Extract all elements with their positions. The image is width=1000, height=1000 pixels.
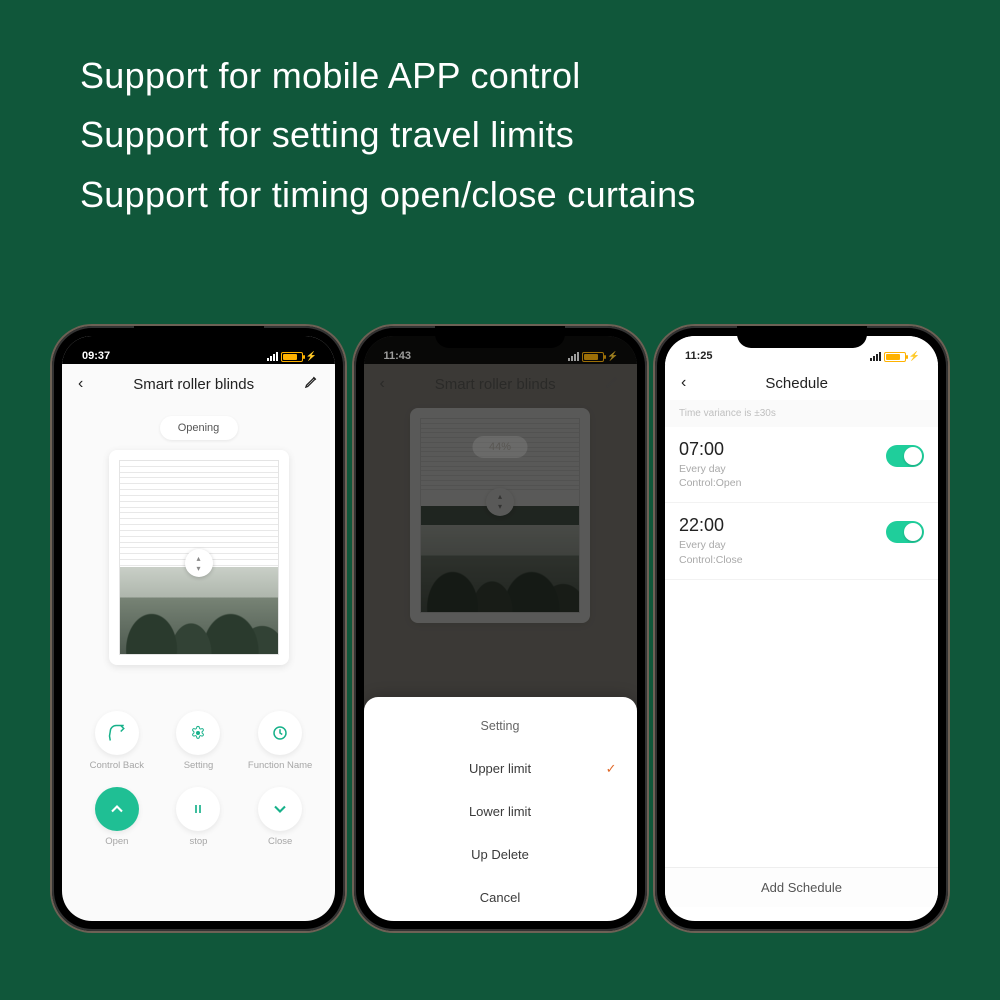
screen-limits: 11:43 ⚡ ‹ Smart roller blinds 44% [364,336,637,921]
window-scene [120,567,278,654]
option-lower-limit[interactable]: Lower limit [364,790,637,833]
control-back-button[interactable]: Control Back [77,711,157,771]
setting-button[interactable]: Setting [158,711,238,771]
schedule-control: Control:Open [679,476,924,490]
schedule-item-2[interactable]: 22:00 Every day Control:Close [665,503,938,579]
close-label: Close [268,836,292,847]
screen-schedule: 11:25 ⚡ ‹ Schedule Time variance is ±30s… [665,336,938,921]
edit-button[interactable] [304,374,319,394]
back-button[interactable]: ‹ [681,374,686,392]
open-button[interactable]: Open [77,787,157,847]
setting-label: Setting [184,760,214,771]
notch [134,326,264,348]
blind-preview: ▴▾ [109,450,289,665]
charging-icon: ⚡ [909,351,920,362]
blind-drag-handle[interactable]: ▴▾ [185,549,213,577]
charging-icon: ⚡ [306,351,317,362]
option-upper-limit[interactable]: Upper limit ✓ [364,747,637,790]
schedule-toggle[interactable] [886,445,924,467]
control-back-label: Control Back [90,760,144,771]
control-row-top: Control Back Setting Function Name [62,711,335,771]
phone-mockup-3: 11:25 ⚡ ‹ Schedule Time variance is ±30s… [655,326,948,931]
option-up-delete[interactable]: Up Delete [364,833,637,876]
app-title: Schedule [765,375,828,392]
phone-mockup-1: 09:37 ⚡ ‹ Smart roller blinds Opening [52,326,345,931]
back-button[interactable]: ‹ [78,375,83,393]
notch [435,326,565,348]
stop-button[interactable]: stop [158,787,238,847]
battery-icon [281,352,303,362]
variance-note: Time variance is ±30s [665,400,938,427]
status-time: 11:25 [685,350,713,362]
notch [737,326,867,348]
signal-icon [267,352,278,361]
schedule-control: Control:Close [679,553,924,567]
headline-3: Support for timing open/close curtains [80,165,1000,224]
status-right: ⚡ [870,351,920,362]
open-label: Open [105,836,128,847]
function-button[interactable]: Function Name [240,711,320,771]
phones-row: 09:37 ⚡ ‹ Smart roller blinds Opening [52,326,948,970]
close-button[interactable]: Close [240,787,320,847]
check-icon: ✓ [606,761,617,777]
app-header: ‹ Schedule [665,364,938,400]
app-header: ‹ Smart roller blinds [62,364,335,402]
option-label: Upper limit [469,761,531,776]
settings-sheet: Setting Upper limit ✓ Lower limit Up Del… [364,697,637,921]
phone-mockup-2: 11:43 ⚡ ‹ Smart roller blinds 44% [354,326,647,931]
control-row-bottom: Open stop Close [62,787,335,847]
headline-1: Support for mobile APP control [80,46,1000,105]
headline-2: Support for setting travel limits [80,105,1000,164]
app-title: Smart roller blinds [133,376,254,393]
function-label: Function Name [248,760,312,771]
sheet-title: Setting [364,705,637,747]
status-time: 09:37 [82,350,110,362]
add-schedule-button[interactable]: Add Schedule [665,867,938,907]
schedule-toggle[interactable] [886,521,924,543]
battery-icon [884,352,906,362]
schedule-item-1[interactable]: 07:00 Every day Control:Open [665,427,938,503]
status-right: ⚡ [267,351,317,362]
signal-icon [870,352,881,361]
sheet-cancel[interactable]: Cancel [364,876,637,919]
stop-label: stop [190,836,208,847]
marketing-headlines: Support for mobile APP control Support f… [0,0,1000,224]
schedule-repeat: Every day [679,462,924,476]
blind-status-pill: Opening [160,416,238,440]
screen-control: 09:37 ⚡ ‹ Smart roller blinds Opening [62,336,335,921]
schedule-repeat: Every day [679,538,924,552]
